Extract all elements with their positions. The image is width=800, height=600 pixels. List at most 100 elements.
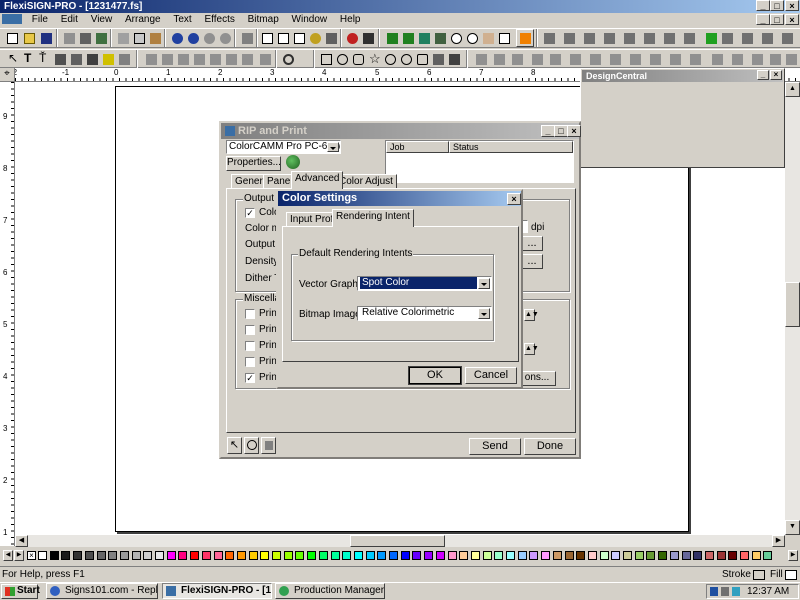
scroll-thumb-v[interactable] — [785, 282, 800, 327]
combine11-icon[interactable] — [666, 50, 684, 68]
arrow-down-icon[interactable] — [782, 50, 800, 68]
color-settings-close-button[interactable]: × — [507, 193, 521, 205]
color-swatch[interactable] — [307, 551, 317, 560]
menu-window[interactable]: Window — [287, 13, 333, 27]
color-swatch[interactable] — [108, 551, 118, 560]
status-column-header[interactable]: Status — [449, 141, 573, 153]
color-swatch[interactable] — [283, 551, 293, 560]
color-swatch[interactable] — [49, 551, 59, 560]
align2-icon[interactable] — [560, 29, 578, 47]
scroll-right-arrow-icon[interactable]: ▶ — [772, 535, 785, 547]
job-column-header[interactable]: Job — [386, 141, 449, 153]
combine1-icon[interactable] — [472, 50, 490, 68]
align4-icon[interactable] — [600, 29, 618, 47]
align7-icon[interactable] — [660, 29, 678, 47]
fill-toggle-icon[interactable] — [516, 29, 534, 47]
combine10-icon[interactable] — [646, 50, 664, 68]
combine13-icon[interactable] — [708, 50, 726, 68]
color-swatch[interactable] — [529, 551, 539, 560]
rip-maximize-button[interactable]: □ — [554, 125, 568, 137]
color-swatch[interactable] — [751, 551, 761, 560]
doc-close-button[interactable]: × — [785, 14, 799, 25]
palette-right-arrow-icon[interactable]: ▶ — [14, 550, 24, 561]
taskbar-item-production-manager[interactable]: Production Manager — [275, 583, 385, 599]
color-swatch[interactable] — [576, 551, 586, 560]
ok-button[interactable]: OK — [408, 366, 462, 385]
rip-minimize-button[interactable]: _ — [541, 125, 555, 137]
color-swatch[interactable] — [155, 551, 164, 560]
color-swatch[interactable] — [669, 551, 679, 560]
transform7-icon[interactable] — [238, 50, 256, 68]
color-swatch[interactable] — [681, 551, 691, 560]
scroll-thumb-h[interactable] — [350, 535, 445, 547]
rip-pointer-button[interactable]: ↖ — [227, 437, 242, 454]
done-button[interactable]: Done — [524, 438, 576, 455]
color-swatch[interactable] — [658, 551, 668, 560]
cancel-button[interactable]: Cancel — [465, 367, 517, 384]
color-swatch[interactable] — [84, 551, 94, 560]
fill-color-swatch[interactable] — [785, 570, 797, 580]
color-swatch[interactable] — [424, 551, 434, 560]
color-swatch[interactable] — [330, 551, 340, 560]
tab-color-adjust[interactable]: Color Adjust — [335, 174, 397, 189]
zoom-all-icon[interactable] — [495, 29, 513, 47]
menu-arrange[interactable]: Arrange — [120, 13, 166, 27]
menu-effects[interactable]: Effects — [199, 13, 239, 27]
color-swatch[interactable] — [740, 551, 749, 560]
spin-up-button[interactable]: ▲▼ — [524, 309, 539, 321]
properties-button[interactable]: Properties... — [226, 156, 281, 171]
print-option-checkbox[interactable] — [245, 325, 255, 335]
start-button[interactable]: Start — [1, 584, 40, 599]
node4-icon[interactable] — [758, 29, 776, 47]
scroll-left-arrow-icon[interactable]: ◀ — [15, 535, 28, 547]
save-icon[interactable] — [37, 29, 55, 47]
rip-icon[interactable] — [92, 29, 110, 47]
tab-rendering-intent[interactable]: Rendering Intent — [332, 209, 414, 227]
new-icon[interactable] — [3, 29, 21, 47]
design-central-close-button[interactable]: × — [770, 70, 782, 80]
horizontal-scrollbar[interactable]: ◀ ▶ — [15, 535, 785, 547]
design-central-minimize-button[interactable]: _ — [757, 70, 769, 80]
color-swatch[interactable] — [634, 551, 644, 560]
bitmap-images-select[interactable]: Relative Colorimetric — [357, 306, 492, 321]
color-swatch[interactable] — [272, 551, 281, 560]
color-swatch[interactable] — [693, 551, 703, 560]
color-swatch[interactable] — [377, 551, 387, 560]
palette-left-arrow-icon[interactable]: ◀ — [3, 550, 13, 561]
color-swatch[interactable] — [236, 551, 246, 560]
color-swatch[interactable] — [190, 551, 200, 560]
align1-icon[interactable] — [540, 29, 558, 47]
color-swatch[interactable] — [342, 551, 352, 560]
combine8-icon[interactable] — [606, 50, 624, 68]
layers-icon[interactable] — [322, 29, 340, 47]
tray-icon-3[interactable] — [732, 587, 740, 596]
color-swatch[interactable] — [459, 551, 469, 560]
color-swatch[interactable] — [389, 551, 398, 560]
color-swatch[interactable] — [96, 551, 106, 560]
color-swatch[interactable] — [482, 551, 492, 560]
color-swatch[interactable] — [131, 551, 141, 560]
color-swatch[interactable] — [260, 551, 270, 560]
color-swatch[interactable] — [365, 551, 375, 560]
color-swatch[interactable] — [564, 551, 574, 560]
color-swatch[interactable] — [517, 551, 527, 560]
color-swatch[interactable] — [61, 551, 71, 560]
vertical-scrollbar[interactable]: ▲ ▼ — [785, 82, 800, 535]
color-swatch[interactable] — [470, 551, 480, 560]
tab-advanced[interactable]: Advanced — [291, 171, 344, 189]
color-swatch[interactable] — [213, 551, 223, 560]
globe-icon[interactable] — [286, 155, 300, 169]
color-swatch[interactable] — [295, 551, 305, 560]
color-swatch[interactable] — [166, 551, 176, 560]
color-swatch[interactable] — [435, 551, 445, 560]
color-swatch[interactable] — [318, 551, 328, 560]
options-button[interactable]: ons... — [518, 371, 556, 386]
menu-view[interactable]: View — [86, 13, 118, 27]
color-swatch[interactable] — [611, 551, 621, 560]
color-swatch[interactable] — [248, 551, 258, 560]
taskbar-item-signs101[interactable]: Signs101.com - Reply to ... — [46, 583, 158, 599]
spin-down-button[interactable]: ▲▼ — [524, 343, 539, 355]
combine6-icon[interactable] — [566, 50, 584, 68]
doc-minimize-button[interactable]: _ — [756, 14, 770, 25]
vector-graphics-select[interactable]: Spot Color — [357, 276, 492, 291]
